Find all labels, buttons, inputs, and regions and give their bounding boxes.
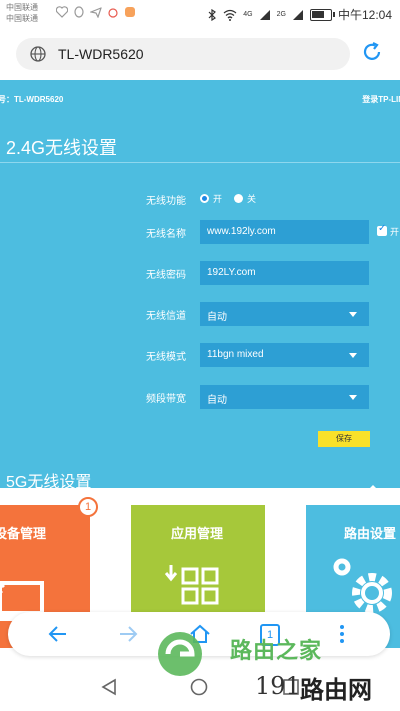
mode-select[interactable]: 11bgn mixed (200, 343, 369, 367)
password-label: 无线密码 (146, 270, 186, 281)
bandwidth-value: 自动 (207, 395, 227, 406)
forward-arrow-icon[interactable] (116, 622, 140, 646)
dropdown-arrow-icon (349, 395, 357, 400)
radio-on-label: 开 (213, 194, 223, 204)
divider (0, 162, 400, 163)
bluetooth-icon (208, 8, 217, 21)
mode-label: 无线模式 (146, 352, 186, 363)
router-settings-page: 号：TL-WDR5620 登录TP-LIN 2.4G无线设置 无线功能 开 关 … (0, 80, 400, 505)
mode-value: 11bgn mixed (207, 349, 264, 360)
bandwidth-select[interactable]: 自动 (200, 385, 369, 409)
system-back-icon[interactable] (100, 678, 118, 696)
url-text[interactable]: TL-WDR5620 (58, 46, 144, 62)
wireless-function-label: 无线功能 (146, 196, 186, 207)
dropdown-arrow-icon (349, 312, 357, 317)
notification-badge: 1 (78, 497, 98, 517)
watermark-center: 路由之家 (230, 638, 323, 663)
heart-rate-icon (56, 6, 68, 18)
carrier-2: 中国联通 (6, 14, 38, 23)
section-title-24g: 2.4G无线设置 (6, 138, 118, 158)
channel-value: 自动 (207, 312, 227, 323)
carrier-1: 中国联通 (6, 3, 38, 12)
channel-row: 无线信道 自动 (0, 302, 400, 326)
system-home-icon[interactable] (190, 678, 208, 696)
qq-icon (74, 6, 84, 18)
channel-label: 无线信道 (146, 311, 186, 322)
tile-label: 设备管理 (0, 526, 47, 541)
tile-label: 应用管理 (171, 526, 224, 541)
clock: 中午12:04 (337, 8, 392, 22)
ssid-input[interactable]: www.192ly.com (200, 220, 369, 244)
app-notification-icon (125, 7, 135, 17)
network-type-2: 2G (276, 11, 286, 18)
model-label: 号：TL-WDR5620 (0, 95, 64, 104)
radio-off[interactable] (234, 194, 244, 203)
tile-label: 路由设置 (344, 526, 397, 541)
wireless-function-row: 无线功能 开 关 (0, 187, 400, 211)
ssid-broadcast-checkbox[interactable] (377, 223, 387, 236)
ssid-label: 无线名称 (146, 229, 186, 240)
signal-icon-1 (259, 9, 270, 20)
address-bar[interactable]: TL-WDR5620 (16, 38, 350, 70)
ssid-checkbox-label: 开 (390, 227, 400, 237)
ssid-row: 无线名称 www.192ly.com 开 (0, 220, 400, 244)
network-type-1: 4G (243, 11, 253, 18)
weibo-icon (108, 8, 118, 18)
login-link[interactable]: 登录TP-LIN (362, 94, 400, 105)
status-bar: 中国联通 中国联通 4G 2G 中午12:04 (0, 0, 400, 28)
password-input[interactable]: 192LY.com (200, 261, 369, 285)
watermark-left: 路由帮 (3, 671, 71, 697)
back-arrow-icon[interactable] (46, 622, 70, 646)
channel-select[interactable]: 自动 (200, 302, 369, 326)
radio-on[interactable] (200, 194, 209, 203)
signal-icon-2 (292, 9, 303, 20)
browser-toolbar: TL-WDR5620 (0, 28, 400, 80)
telegram-icon (90, 6, 102, 18)
dropdown-arrow-icon (349, 353, 357, 358)
radio-off-label: 关 (247, 194, 257, 204)
mode-row: 无线模式 11bgn mixed (0, 343, 400, 367)
password-row: 无线密码 192LY.com (0, 261, 400, 285)
bandwidth-label: 频段带宽 (146, 394, 186, 405)
wifi-icon (223, 9, 237, 21)
bandwidth-row: 频段带宽 自动 (0, 385, 400, 409)
save-button[interactable]: 保存 (318, 431, 370, 447)
watermark-right-text: 路由网 (300, 677, 372, 704)
reload-icon[interactable] (360, 40, 384, 64)
globe-icon (30, 46, 46, 62)
watermark-right-number: 191 (255, 672, 301, 700)
battery-icon (309, 8, 335, 21)
